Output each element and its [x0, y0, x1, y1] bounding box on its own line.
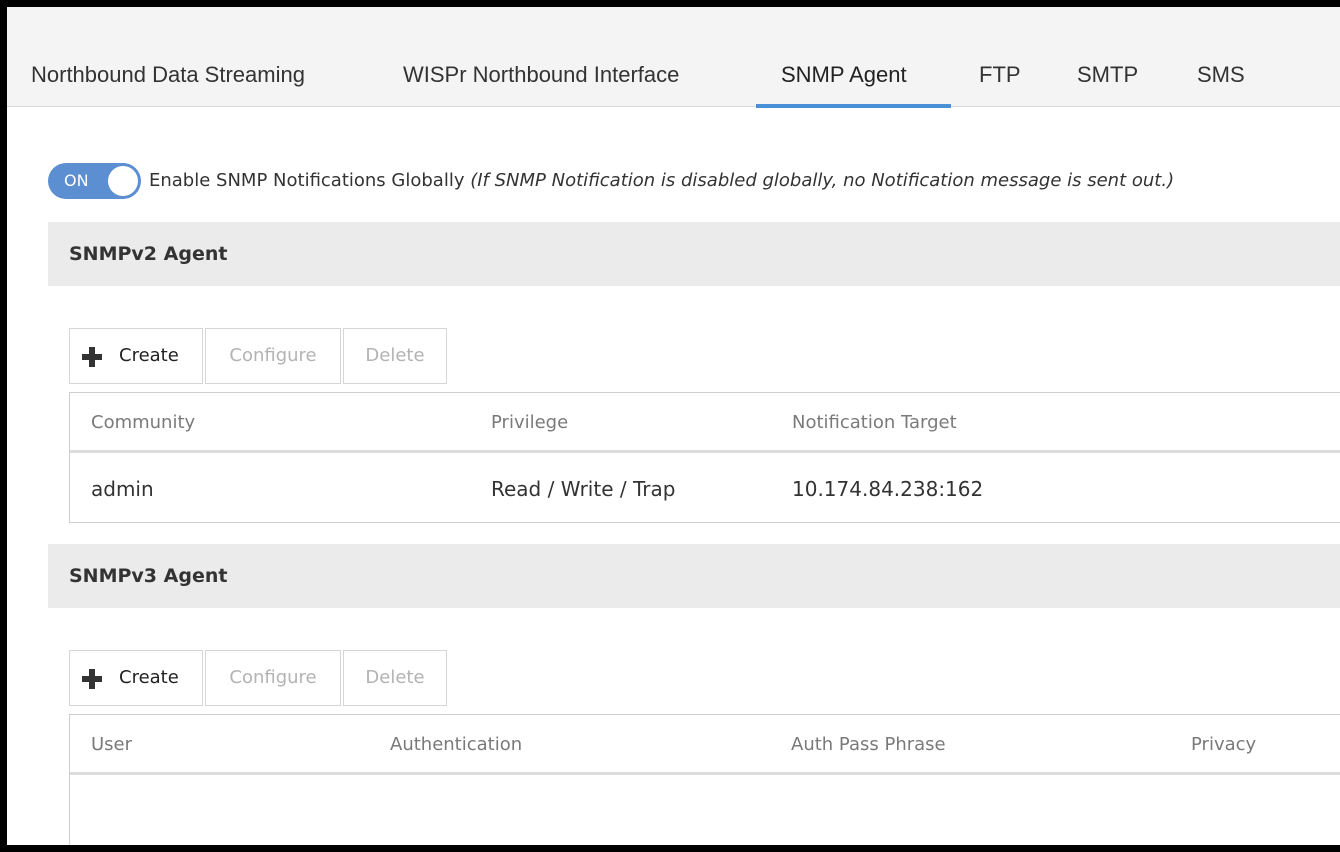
tab-bar: Northbound Data Streaming WISPr Northbou…: [7, 7, 1340, 108]
snmpv2-create-button[interactable]: Create: [69, 328, 203, 384]
snmpv2-table: Community Privilege Notification Target …: [69, 392, 1340, 523]
cell-community: admin: [91, 477, 154, 501]
table-row-empty: [70, 778, 1340, 844]
column-header-community[interactable]: Community: [91, 410, 195, 436]
snmpv3-delete-button[interactable]: Delete: [343, 650, 447, 706]
snmpv3-section-header: SNMPv3 Agent: [48, 544, 1340, 608]
app-frame: Northbound Data Streaming WISPr Northbou…: [0, 0, 1340, 852]
toggle-state-label: ON: [64, 171, 89, 190]
snmpv2-section-header: SNMPv2 Agent: [48, 222, 1340, 286]
tab-northbound-data-streaming[interactable]: Northbound Data Streaming: [31, 60, 305, 107]
snmpv3-configure-button[interactable]: Configure: [205, 650, 341, 706]
toggle-knob: [108, 166, 138, 196]
column-header-notification-target[interactable]: Notification Target: [792, 410, 957, 436]
snmp-agent-panel: ON Enable SNMP Notifications Globally (I…: [7, 108, 1340, 845]
tab-ftp[interactable]: FTP: [979, 60, 1021, 107]
toggle-note: (If SNMP Notification is disabled global…: [470, 170, 1175, 191]
tab-wispr-northbound-interface[interactable]: WISPr Northbound Interface: [403, 60, 679, 107]
toggle-label: Enable SNMP Notifications Globally: [149, 170, 465, 191]
snmpv3-table: User Authentication Auth Pass Phrase Pri…: [69, 714, 1340, 845]
column-header-privacy[interactable]: Privacy: [1191, 732, 1256, 758]
snmpv3-create-button[interactable]: Create: [69, 650, 203, 706]
plus-icon: [82, 347, 102, 367]
create-label: Create: [119, 667, 179, 688]
cell-privilege: Read / Write / Trap: [491, 477, 676, 501]
table-row[interactable]: admin Read / Write / Trap 10.174.84.238:…: [70, 456, 1340, 522]
tab-snmp-agent[interactable]: SNMP Agent: [781, 60, 907, 107]
table-header: Community Privilege Notification Target: [70, 393, 1340, 453]
snmp-notifications-toggle[interactable]: ON: [48, 163, 141, 199]
tab-sms[interactable]: SMS: [1197, 60, 1245, 107]
column-header-privilege[interactable]: Privilege: [491, 410, 568, 436]
create-label: Create: [119, 345, 179, 366]
snmpv2-section-title: SNMPv2 Agent: [69, 243, 228, 265]
column-header-user[interactable]: User: [91, 732, 132, 758]
toggle-description: Enable SNMP Notifications Globally (If S…: [149, 168, 1174, 194]
snmpv3-section-title: SNMPv3 Agent: [69, 565, 228, 587]
plus-icon: [82, 669, 102, 689]
column-header-auth-pass-phrase[interactable]: Auth Pass Phrase: [791, 732, 946, 758]
tab-smtp[interactable]: SMTP: [1077, 60, 1138, 107]
cell-notification-target: 10.174.84.238:162: [792, 477, 984, 501]
table-header: User Authentication Auth Pass Phrase Pri…: [70, 715, 1340, 775]
snmpv2-delete-button[interactable]: Delete: [343, 328, 447, 384]
column-header-authentication[interactable]: Authentication: [390, 732, 522, 758]
snmpv2-configure-button[interactable]: Configure: [205, 328, 341, 384]
